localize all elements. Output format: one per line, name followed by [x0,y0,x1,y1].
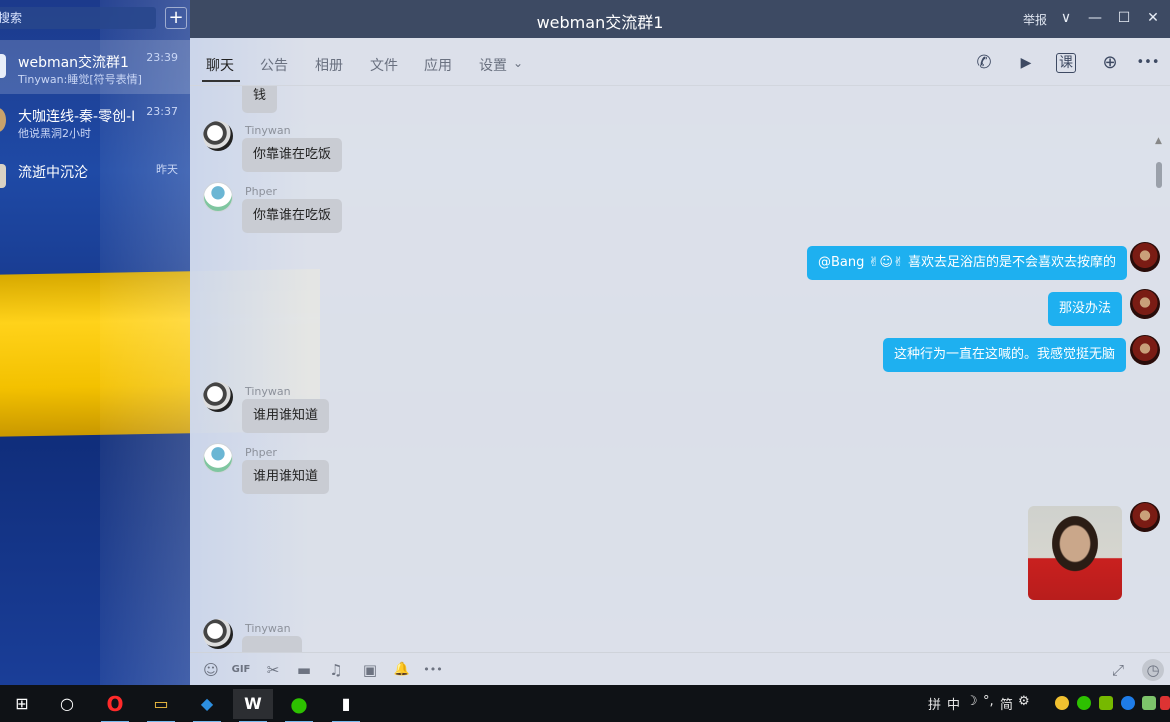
k-tray-icon[interactable] [1121,696,1135,710]
conversation-name: webman交流群1 [18,55,129,71]
chat-panel: 聊天 公告 相册 文件 应用 设置 ⌄ ✆ ▶ 课 ⊕ ••• 钱 Tinywa… [190,38,1170,685]
emoji-icon[interactable]: ☺ [200,659,222,681]
conversation-time: 23:39 [146,51,178,64]
webman-qq-icon[interactable]: W [233,689,273,722]
opera-icon[interactable]: O [95,689,135,722]
image-icon[interactable]: ▣ [359,659,381,681]
avatar [0,54,6,78]
close-icon[interactable]: ✕ [1141,6,1165,30]
tab-files[interactable]: 文件 [370,55,398,75]
folder-icon[interactable]: ▬ [293,659,315,681]
message-bubble[interactable] [242,636,302,652]
conversation-item[interactable]: 大咖连线-秦-零创-I 他说黑洞2小时 23:37 [0,94,190,148]
avatar[interactable] [1130,242,1160,272]
avatar[interactable] [203,443,233,473]
avatar[interactable] [1130,502,1160,532]
class-icon[interactable]: 课 [1056,53,1076,73]
nvidia-tray-icon[interactable] [1099,696,1113,710]
qq-tray-icon[interactable] [1055,696,1069,710]
more-icon[interactable]: ••• [422,659,444,681]
avatar [0,164,6,188]
wechat-tray-icon[interactable] [1077,696,1091,710]
tab-album[interactable]: 相册 [315,55,343,75]
conversation-name: 流逝中沉沦 [18,165,88,181]
message-bubble[interactable]: 你靠谁在吃饭 [242,199,343,233]
history-icon[interactable]: ◷ [1142,659,1164,681]
terminal-icon[interactable]: ▮ [326,689,366,722]
tab-chat[interactable]: 聊天 [206,55,234,75]
taskbar: ⊞ ○ O ▭ ◆ W ● ▮ 拼 中 ☽ °, 简 ⚙ [0,685,1170,722]
minimize-icon[interactable]: — [1083,6,1107,30]
message-bubble[interactable]: 谁用谁知道 [242,399,330,433]
conversation-sidebar: 搜索 + webman交流群1 Tinywan:睡觉[符号表情] 23:39 大… [0,0,190,685]
sender-name: Tinywan [245,124,291,137]
sender-name: Phper [245,185,277,198]
ime-simplified-label[interactable]: 简 [1000,694,1013,713]
ime-punctuation-icon[interactable]: °, [983,694,994,709]
network-tray-icon[interactable] [1142,696,1156,710]
maximize-icon[interactable]: ☐ [1112,6,1136,30]
ime-settings-icon[interactable]: ⚙ [1018,694,1030,709]
avatar [0,108,6,132]
message-bubble[interactable]: 谁用谁知道 [242,460,330,494]
add-button[interactable]: + [165,7,187,29]
message-bubble[interactable]: @Bang ✌☺✌ 喜欢去足浴店的是不会喜欢去按摩的 [807,246,1127,280]
tab-apps[interactable]: 应用 [424,55,452,75]
window-title: webman交流群1 [536,13,664,32]
avatar[interactable] [203,619,233,649]
phone-icon[interactable]: ✆ [972,51,996,75]
scrollbar-thumb[interactable] [1156,162,1162,188]
add-app-icon[interactable]: ⊕ [1098,51,1122,75]
music-icon[interactable]: ♫ [325,659,347,681]
expand-icon[interactable]: ⤢ [1107,659,1129,681]
ime-pinyin-icon[interactable]: 拼 [928,694,941,713]
title-bar: webman交流群1 举报 ∨ — ☐ ✕ [190,0,1170,38]
tab-settings[interactable]: 设置 [479,55,507,75]
avatar[interactable] [203,182,233,212]
message-list: 钱 Tinywan 你靠谁在吃饭 Phper 你靠谁在吃饭 @Bang ✌☺✌ … [190,86,1170,652]
ime-chinese-label[interactable]: 中 [947,694,960,713]
avatar[interactable] [1130,289,1160,319]
explorer-icon[interactable]: ▭ [141,689,181,722]
conversation-time: 昨天 [156,163,178,176]
wechat-icon[interactable]: ● [279,689,319,722]
conversation-preview: Tinywan:睡觉[符号表情] [18,73,142,86]
message-bubble[interactable]: 钱 [242,86,278,113]
chat-tabs: 聊天 公告 相册 文件 应用 设置 ⌄ ✆ ▶ 课 ⊕ ••• [190,38,1170,86]
input-toolbar: ☺ GIF ✂ ▬ ♫ ▣ 🔔 ••• ⤢ ◷ [190,652,1170,685]
sender-name: Phper [245,446,277,459]
message-bubble[interactable]: 这种行为一直在这喊的。我感觉挺无脑 [883,338,1127,372]
avatar[interactable] [203,121,233,151]
vscode-icon[interactable]: ◆ [187,689,227,722]
windows-icon[interactable]: ⊞ [2,689,42,719]
tab-announcement[interactable]: 公告 [260,55,288,75]
conversation-item[interactable]: 流逝中沉沦 昨天 [0,150,190,204]
conversation-time: 23:37 [146,105,178,118]
chevron-down-icon[interactable]: ∨ [1054,6,1078,30]
video-icon[interactable]: ▶ [1014,51,1038,75]
security-tray-icon[interactable] [1160,696,1170,710]
sender-name: Tinywan [245,622,291,635]
report-button[interactable]: 举报 [1023,11,1047,28]
conversation-preview: 他说黑洞2小时 [18,127,91,140]
conversation-item[interactable]: webman交流群1 Tinywan:睡觉[符号表情] 23:39 [0,40,190,94]
more-icon[interactable]: ••• [1136,51,1160,75]
conversation-name: 大咖连线-秦-零创-I [18,109,136,125]
ime-halfwidth-icon[interactable]: ☽ [966,694,978,709]
bell-icon[interactable]: 🔔 [391,659,413,681]
active-tab-indicator [202,80,240,82]
avatar[interactable] [1130,335,1160,365]
avatar[interactable] [203,382,233,412]
chevron-down-icon[interactable]: ⌄ [513,56,523,70]
search-input[interactable]: 搜索 [0,7,156,29]
gif-icon[interactable]: GIF [230,659,252,681]
scissors-icon[interactable]: ✂ [262,659,284,681]
sender-name: Tinywan [245,385,291,398]
scroll-up-icon[interactable]: ▲ [1155,136,1162,146]
image-message[interactable] [1028,506,1122,600]
cortana-icon[interactable]: ○ [47,689,87,719]
message-bubble[interactable]: 你靠谁在吃饭 [242,138,343,172]
message-bubble[interactable]: 那没办法 [1048,292,1123,326]
